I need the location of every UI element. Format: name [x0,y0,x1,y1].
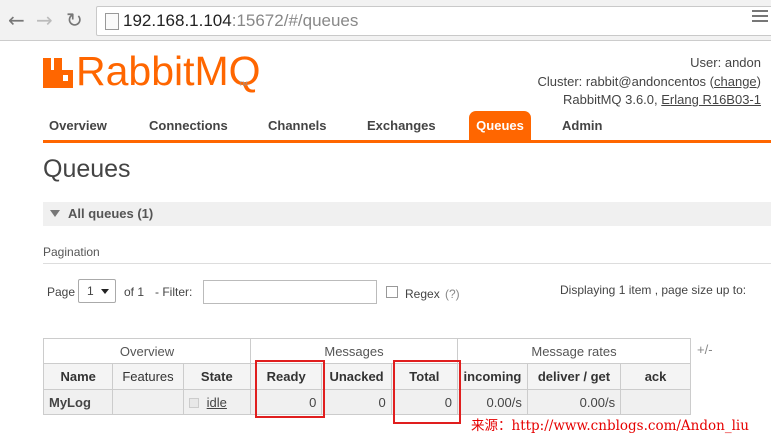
regex-help-link[interactable]: (?) [445,287,460,301]
brand-tm: TM [239,82,248,88]
pagination-label: Pagination [43,245,100,259]
displaying-text: Displaying 1 item , page size up to: [560,283,747,297]
page-title: Queues [43,155,131,183]
filter-label: - Filter: [155,285,193,299]
table-row[interactable]: MyLog idle 0 0 0 0.00/s 0.00/s [42,389,691,415]
table-header-row: Name Features State Ready Unacked Total … [42,363,691,390]
collapse-triangle-icon [50,210,60,217]
all-queues-section-toggle[interactable]: All queues (1) [43,202,771,226]
queue-name-link[interactable]: MyLog [42,389,114,415]
page-of-label: of 1 [124,285,145,299]
rabbitmq-logo[interactable]: RabbitMQ TM [43,48,261,94]
group-message-rates: Message rates [457,338,691,364]
col-state[interactable]: State [182,363,252,390]
column-toggle-link[interactable]: +/- [697,342,713,357]
address-bar[interactable]: 192.168.1.104:15672/#/queues [96,6,771,36]
tab-channels[interactable]: Channels [268,111,327,140]
state-indicator-icon [188,397,199,408]
user-info: User: andon Cluster: rabbit@andoncentos … [537,54,761,110]
tab-exchanges[interactable]: Exchanges [367,111,436,140]
source-watermark: 来源：http://www.cnblogs.com/Andon_liu [471,418,749,434]
forward-arrow-icon[interactable]: → [36,8,53,32]
tab-queues[interactable]: Queues [469,111,531,140]
highlight-total-box [393,360,461,424]
change-cluster-link[interactable]: change [714,74,757,89]
tab-admin[interactable]: Admin [562,111,602,140]
reload-icon[interactable]: ↻ [66,8,83,32]
col-incoming[interactable]: incoming [457,363,528,390]
regex-label: Regex [405,287,440,301]
menu-icon[interactable] [752,10,768,24]
cell-ack [620,389,691,415]
rabbit-logo-icon [43,58,73,88]
page-icon [105,13,119,30]
erlang-version-link[interactable]: Erlang R16B03-1 [661,92,761,107]
tab-connections[interactable]: Connections [149,111,228,140]
main-nav-tabs: Overview Connections Channels Exchanges … [43,111,771,143]
group-overview: Overview [43,338,251,364]
divider [43,263,771,264]
browser-toolbar: ← → ↻ 192.168.1.104:15672/#/queues [0,0,771,41]
col-unacked[interactable]: Unacked [321,363,392,390]
cell-state: idle [182,389,252,415]
col-ack[interactable]: ack [620,363,691,390]
cell-unacked: 0 [321,389,392,415]
cluster-line: Cluster: rabbit@andoncentos (change) [537,73,761,89]
cell-incoming: 0.00/s [457,389,528,415]
brand-name: RabbitMQ [76,48,261,94]
table-group-row: Overview Messages Message rates [43,338,691,364]
col-deliver-get[interactable]: deliver / get [526,363,622,390]
filter-input[interactable] [203,280,377,304]
back-arrow-icon[interactable]: ← [8,8,25,32]
cell-features [112,389,184,415]
page-label: Page [47,285,76,299]
highlight-ready-box [255,360,325,418]
section-label: All queues (1) [68,206,154,221]
page-select[interactable]: 1 [78,279,116,303]
regex-checkbox[interactable] [386,286,398,298]
chevron-down-icon [101,289,109,294]
col-features: Features [112,363,184,390]
url-text: 192.168.1.104:15672/#/queues [123,11,359,30]
user-line: User: andon [690,55,761,70]
col-name[interactable]: Name [42,363,114,390]
tab-overview[interactable]: Overview [49,111,107,140]
version-line: RabbitMQ 3.6.0, Erlang R16B03-1 [562,92,761,107]
queues-table: Overview Messages Message rates Name Fea… [42,338,691,415]
cell-deliver-get: 0.00/s [526,389,622,415]
